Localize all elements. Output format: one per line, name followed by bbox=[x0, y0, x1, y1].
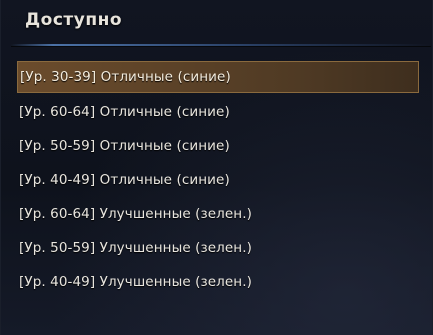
list-item-selected[interactable]: [Ур. 30-39] Отличные (синие) bbox=[17, 61, 419, 93]
list-item[interactable]: [Ур. 40-49] Улучшенные (зелен.) bbox=[17, 265, 419, 299]
available-items-panel: Доступно [Ур. 30-39] Отличные (синие) [У… bbox=[0, 0, 433, 335]
list-item[interactable]: [Ур. 60-64] Отличные (синие) bbox=[17, 95, 419, 129]
list-item[interactable]: [Ур. 40-49] Отличные (синие) bbox=[17, 163, 419, 197]
list-item-label: [Ур. 50-59] Улучшенные (зелен.) bbox=[19, 240, 252, 256]
list-item-label: [Ур. 30-39] Отличные (синие) bbox=[20, 69, 231, 85]
list-item-label: [Ур. 40-49] Отличные (синие) bbox=[19, 172, 230, 188]
list-item-label: [Ур. 60-64] Улучшенные (зелен.) bbox=[19, 206, 252, 222]
list-item-label: [Ур. 50-59] Отличные (синие) bbox=[19, 138, 230, 154]
list-item[interactable]: [Ур. 50-59] Улучшенные (зелен.) bbox=[17, 231, 419, 265]
list-item-label: [Ур. 60-64] Отличные (синие) bbox=[19, 104, 230, 120]
header-divider-shadow bbox=[11, 46, 431, 47]
panel-header: Доступно bbox=[1, 0, 433, 48]
list-item[interactable]: [Ур. 60-64] Улучшенные (зелен.) bbox=[17, 197, 419, 231]
list-item[interactable]: [Ур. 50-59] Отличные (синие) bbox=[17, 129, 419, 163]
panel-title: Доступно bbox=[25, 10, 123, 30]
available-items-list: [Ур. 30-39] Отличные (синие) [Ур. 60-64]… bbox=[17, 61, 419, 299]
list-item-label: [Ур. 40-49] Улучшенные (зелен.) bbox=[19, 274, 252, 290]
